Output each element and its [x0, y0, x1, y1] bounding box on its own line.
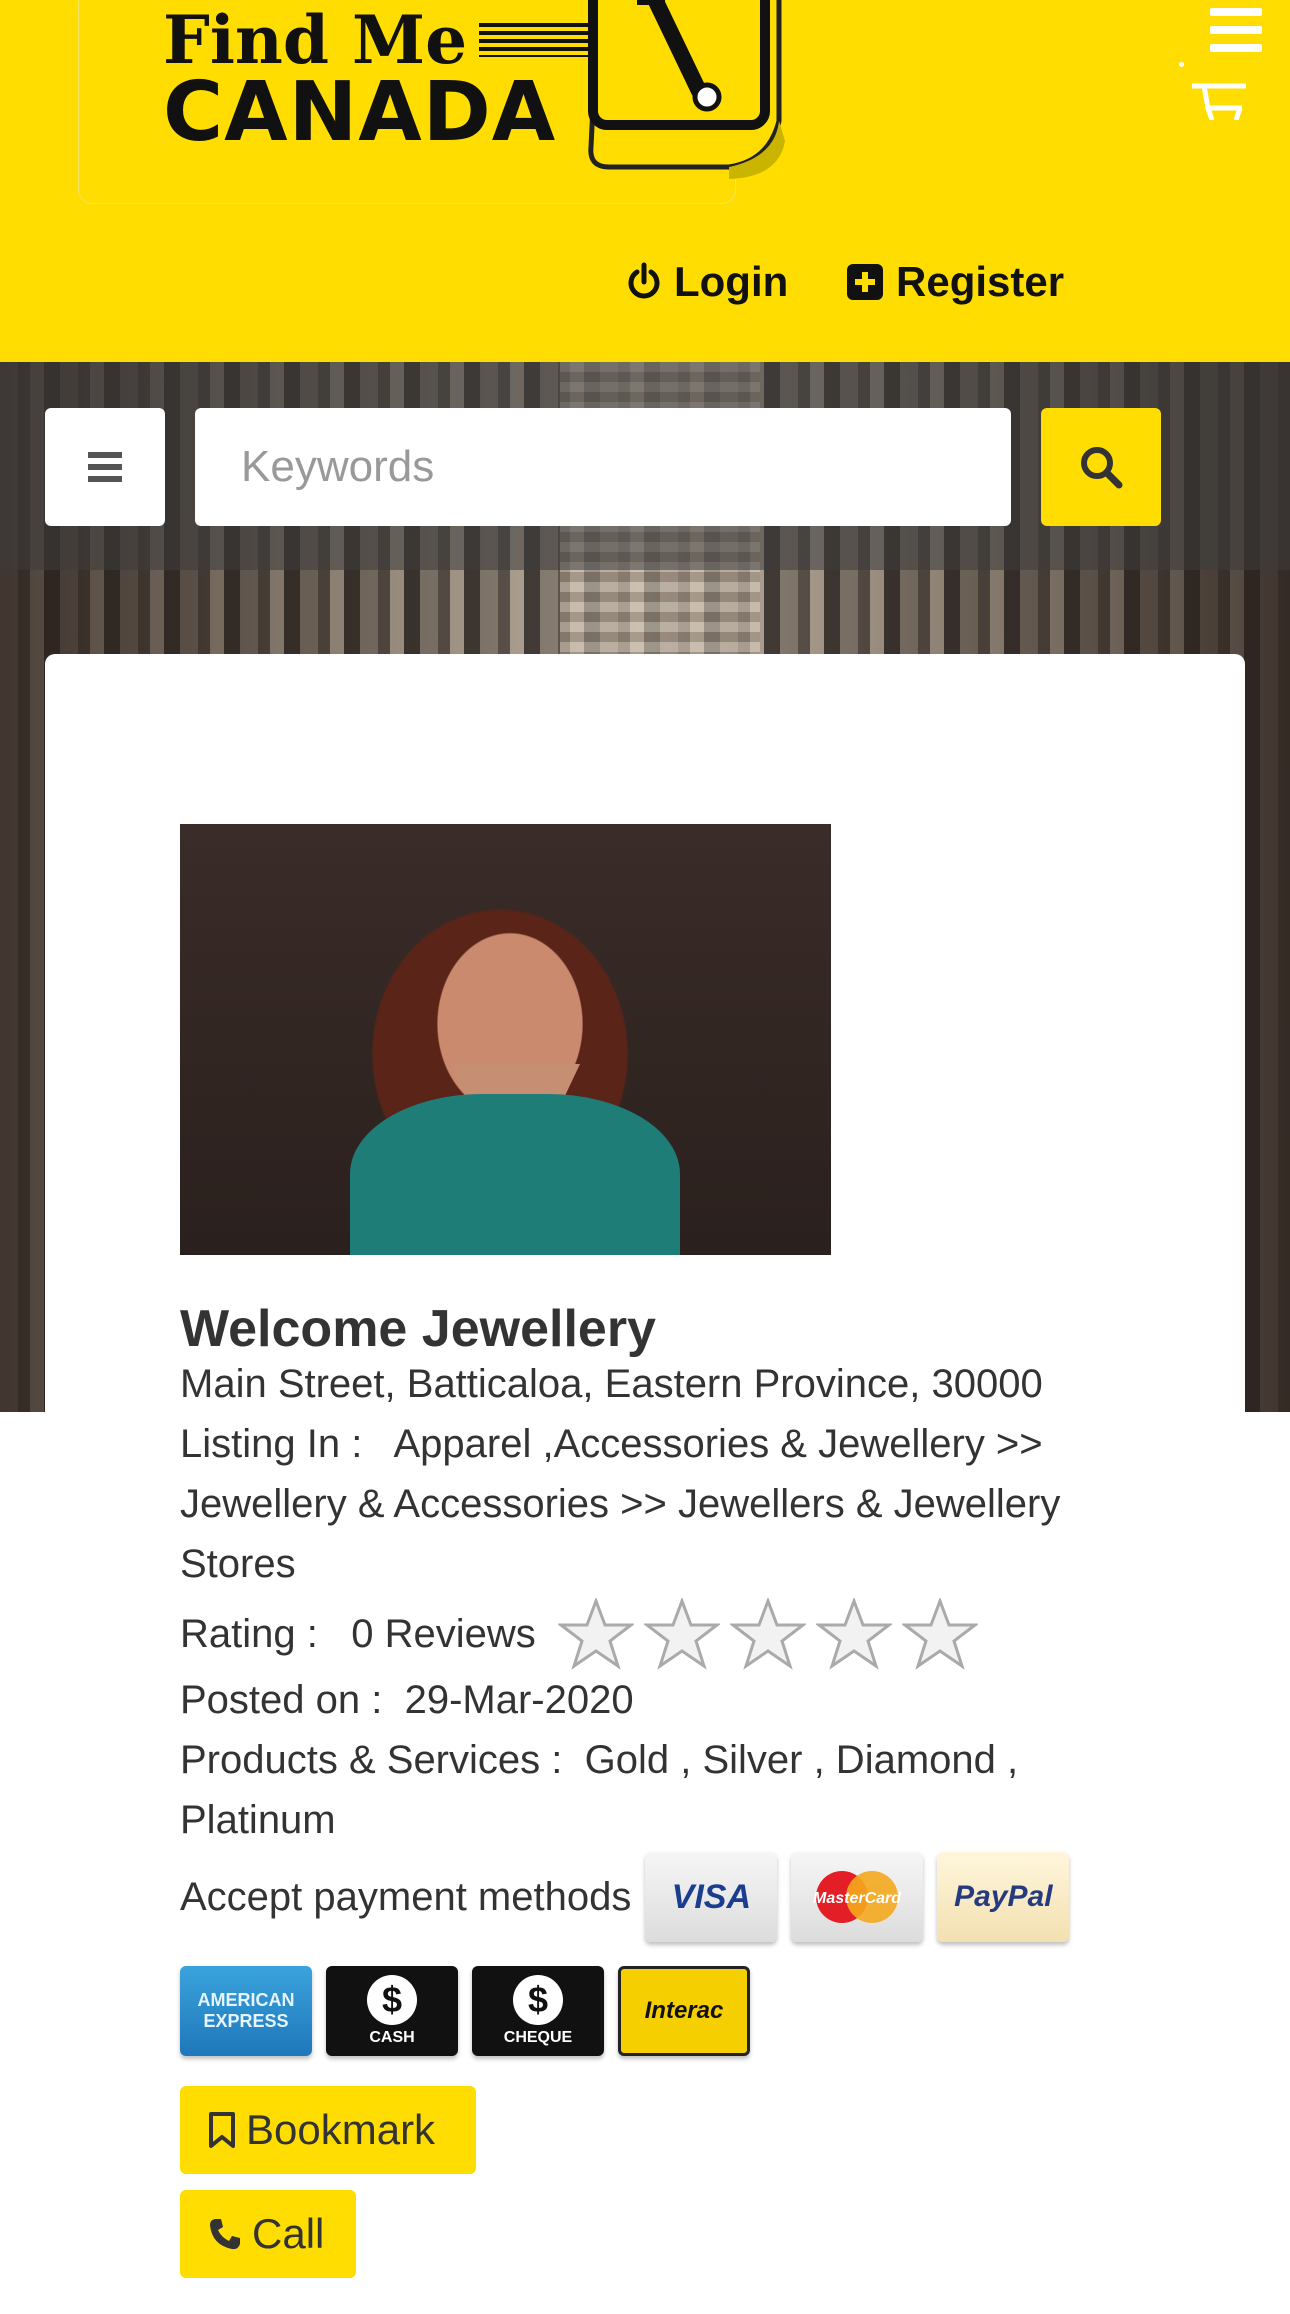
hamburger-menu-icon[interactable]	[1210, 8, 1262, 52]
logo[interactable]: Find Me CANADA	[78, 0, 785, 204]
register-link[interactable]: Register	[846, 258, 1064, 306]
payment-methods-row-2: AMERICAN EXPRESS $ CASH $ CHEQUE Interac	[180, 1966, 750, 2056]
plus-square-icon	[847, 264, 883, 300]
star-icon[interactable]	[901, 1598, 978, 1670]
search-input[interactable]	[195, 408, 1011, 526]
rating-row: Rating : 0 Reviews	[180, 1598, 1140, 1670]
mastercard-circles: MasterCard	[813, 1871, 903, 1923]
phone-icon	[210, 2219, 240, 2250]
svg-text:MasterCard: MasterCard	[813, 1890, 902, 1907]
visa-text: VISA	[671, 1878, 752, 1916]
posted-label: Posted on :	[180, 1678, 383, 1722]
amex-line1: AMERICAN	[197, 1990, 295, 2010]
logo-line2: CANADA	[163, 65, 557, 160]
paypal-text: PayPal	[954, 1880, 1053, 1913]
phone-book-logo-icon	[588, 0, 785, 179]
products-services: Products & Services : Gold , Silver , Di…	[180, 1730, 1140, 1850]
category-menu-button[interactable]	[45, 408, 165, 526]
cart-count-dot	[1179, 62, 1184, 67]
bookmark-label: Bookmark	[246, 2106, 436, 2153]
bookmark-button[interactable]: Bookmark	[180, 2086, 476, 2174]
products-label: Products & Services :	[180, 1738, 563, 1782]
bookmark-icon	[209, 2112, 235, 2148]
login-link[interactable]: Login	[626, 258, 788, 306]
mastercard-icon: MasterCard	[791, 1852, 924, 1942]
search-bar	[0, 362, 1290, 570]
logo-wordmark: Find Me CANADA	[163, 1, 600, 160]
site-header: Find Me CANADA Login Register	[0, 0, 1290, 362]
visa-card-icon: VISA	[645, 1852, 778, 1942]
star-icon[interactable]	[643, 1598, 720, 1670]
listing-address: Main Street, Batticaloa, Eastern Provinc…	[180, 1362, 1043, 1406]
posted-value: 29-Mar-2020	[404, 1678, 634, 1722]
posted-date: Posted on : 29-Mar-2020	[180, 1670, 1140, 1730]
listing-photo[interactable]	[180, 824, 831, 1255]
listing-title: Welcome Jewellery	[180, 1300, 656, 1358]
amex-icon: AMERICAN EXPRESS	[180, 1966, 312, 2056]
star-icon[interactable]	[729, 1598, 806, 1670]
search-icon	[1081, 447, 1123, 489]
menu-icon	[88, 452, 122, 482]
reviews-count[interactable]: 0 Reviews	[351, 1604, 536, 1664]
login-label: Login	[674, 258, 789, 305]
payment-label: Accept payment methods	[180, 1875, 632, 1919]
listing-categories: Listing In : Apparel ,Accessories & Jewe…	[180, 1414, 1140, 1594]
call-button[interactable]: Call	[180, 2190, 356, 2278]
cheque-text: CHEQUE	[503, 2029, 573, 2046]
call-label: Call	[252, 2210, 325, 2257]
cash-text: CASH	[369, 2029, 415, 2046]
listing-card: Welcome Jewellery Main Street, Batticalo…	[45, 654, 1245, 2314]
amex-line2: EXPRESS	[203, 2011, 289, 2031]
cash-icon: $ CASH	[326, 1966, 458, 2056]
payment-methods-row: Accept payment methods VISA MasterCard P…	[180, 1852, 1140, 1942]
cart-icon[interactable]	[1190, 80, 1248, 120]
paypal-icon: PayPal	[937, 1852, 1070, 1942]
cheque-icon: $ CHEQUE	[472, 1966, 604, 2056]
interac-text: Interac	[644, 1997, 724, 2024]
search-button[interactable]	[1041, 408, 1161, 526]
listing-in-label: Listing In :	[180, 1422, 363, 1466]
interac-icon: Interac	[618, 1966, 750, 2056]
register-label: Register	[896, 258, 1065, 305]
logo-line1: Find Me	[163, 1, 468, 79]
star-icon[interactable]	[557, 1598, 634, 1670]
rating-label: Rating :	[180, 1612, 318, 1656]
star-icon[interactable]	[815, 1598, 892, 1670]
power-icon	[628, 262, 660, 299]
star-rating[interactable]	[557, 1598, 978, 1670]
